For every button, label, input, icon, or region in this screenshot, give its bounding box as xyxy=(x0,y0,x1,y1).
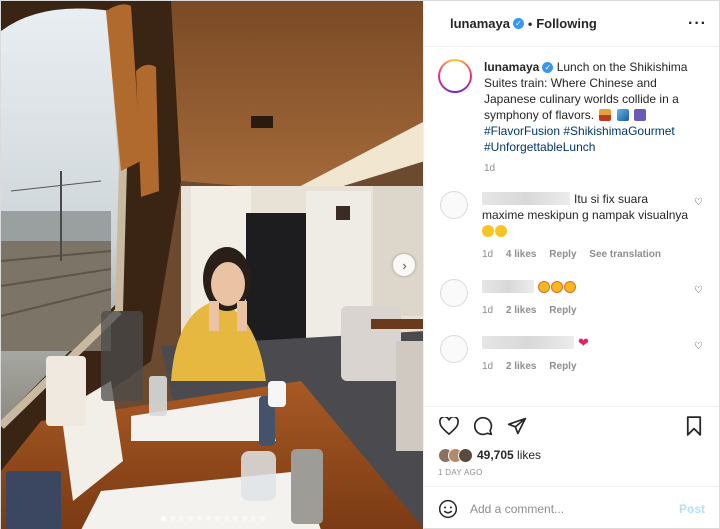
liker-avatar[interactable] xyxy=(458,447,473,463)
post-side-panel: lunamaya ✓ • Following ··· lunamaya ✓ Lun… xyxy=(423,1,719,529)
carousel-dot xyxy=(161,516,166,521)
train-emoji-icon xyxy=(616,109,629,121)
star-struck-emoji-icon xyxy=(564,281,576,293)
hashtag-link[interactable]: #ShikishimaGourmet xyxy=(563,124,674,138)
post-date[interactable]: 1 DAY AGO xyxy=(424,466,719,486)
carousel-dot xyxy=(179,516,184,521)
verified-badge-icon: ✓ xyxy=(542,62,554,74)
carousel-dot xyxy=(242,516,247,521)
comment-input[interactable] xyxy=(470,501,679,516)
author-avatar[interactable] xyxy=(438,59,472,93)
carousel-indicator xyxy=(1,516,423,521)
comment-like-heart-icon[interactable]: ♡ xyxy=(694,341,703,352)
post-comment-button[interactable]: Post xyxy=(679,502,705,516)
comment-age: 1d xyxy=(482,305,494,316)
blurred-username xyxy=(482,192,570,205)
header-username[interactable]: lunamaya xyxy=(450,16,510,31)
comment-body: 1d 2 likes Reply xyxy=(482,279,692,319)
comment-text-line2: maxime meskipun g nampak visualnya xyxy=(482,208,689,222)
carousel-dot xyxy=(260,516,265,521)
see-translation-button[interactable]: See translation xyxy=(589,249,661,260)
comment-icon[interactable] xyxy=(472,415,494,437)
likes-summary: 49,705 likes xyxy=(424,444,719,466)
carousel-dot xyxy=(215,516,220,521)
header-separator: • xyxy=(527,16,533,31)
comment-likes[interactable]: 2 likes xyxy=(506,361,537,372)
comment-likes[interactable]: 4 likes xyxy=(506,249,537,260)
heart-icon[interactable] xyxy=(438,415,460,437)
comments-list: lunamaya ✓ Lunch on the Shikishima Suites… xyxy=(424,47,719,406)
post-header: lunamaya ✓ • Following ··· xyxy=(424,1,719,47)
post-actions xyxy=(424,406,719,444)
carousel-dot xyxy=(224,516,229,521)
laughing-emoji-icon xyxy=(495,225,507,237)
blurred-username xyxy=(482,280,534,293)
bookmark-icon[interactable] xyxy=(683,415,705,437)
caption-body: lunamaya ✓ Lunch on the Shikishima Suites… xyxy=(484,59,705,177)
star-struck-emoji-icon xyxy=(551,281,563,293)
share-icon[interactable] xyxy=(506,415,528,437)
carousel-dot xyxy=(188,516,193,521)
comment-age: 1d xyxy=(482,361,494,372)
instagram-post: › lunamaya ✓ • Following ··· lunamaya ✓ L… xyxy=(0,0,720,529)
blurred-username xyxy=(482,336,574,349)
carousel-next-button[interactable]: › xyxy=(393,254,415,276)
caption: lunamaya ✓ Lunch on the Shikishima Suites… xyxy=(438,59,705,177)
comment-body: Itu si fix suara maxime meskipun g nampa… xyxy=(482,191,692,263)
carousel-dot xyxy=(206,516,211,521)
post-photo[interactable]: › xyxy=(1,1,423,529)
carousel-dot xyxy=(233,516,238,521)
star-struck-emoji-icon xyxy=(538,281,550,293)
music-emoji-icon xyxy=(634,109,647,121)
comment-likes[interactable]: 2 likes xyxy=(506,305,537,316)
food-emoji-icon xyxy=(599,109,612,121)
comment-body: ❤ 1d 2 likes Reply xyxy=(482,335,692,375)
train-dining-photo xyxy=(1,1,423,529)
carousel-dot xyxy=(170,516,175,521)
hashtag-link[interactable]: #FlavorFusion xyxy=(484,124,560,138)
comment-meta: 1d 2 likes Reply xyxy=(482,359,692,375)
emoji-picker-icon[interactable] xyxy=(438,499,458,519)
caption-age: 1d xyxy=(484,163,496,174)
following-button[interactable]: Following xyxy=(536,16,597,31)
hashtag-link[interactable]: #UnforgettableLunch xyxy=(484,140,595,154)
reply-button[interactable]: Reply xyxy=(549,249,576,260)
add-comment-bar: Post xyxy=(424,486,719,529)
caption-meta: 1d xyxy=(484,161,705,177)
comment-text-line1: Itu si fix suara xyxy=(574,192,649,206)
caption-username[interactable]: lunamaya xyxy=(484,60,539,74)
reply-button[interactable]: Reply xyxy=(549,361,576,372)
commenter-avatar[interactable] xyxy=(440,191,468,219)
verified-badge-icon: ✓ xyxy=(512,18,524,29)
commenter-avatar[interactable] xyxy=(440,335,468,363)
carousel-dot xyxy=(251,516,256,521)
comment-item: ❤ 1d 2 likes Reply ♡ xyxy=(438,335,705,375)
likes-count[interactable]: 49,705 likes xyxy=(477,448,541,462)
comment-like-heart-icon[interactable]: ♡ xyxy=(694,197,703,208)
comment-like-heart-icon[interactable]: ♡ xyxy=(694,285,703,296)
comment-meta: 1d 4 likes Reply See translation xyxy=(482,247,692,263)
comment-item: 1d 2 likes Reply ♡ xyxy=(438,279,705,319)
reply-button[interactable]: Reply xyxy=(549,305,576,316)
comment-meta: 1d 2 likes Reply xyxy=(482,303,692,319)
chevron-right-icon: › xyxy=(402,257,407,273)
red-heart-emoji-icon: ❤ xyxy=(578,335,589,350)
commenter-avatar[interactable] xyxy=(440,279,468,307)
laughing-emoji-icon xyxy=(482,225,494,237)
comment-item: Itu si fix suara maxime meskipun g nampa… xyxy=(438,191,705,263)
more-horizontal-icon[interactable]: ··· xyxy=(688,15,707,33)
carousel-dot xyxy=(197,516,202,521)
comment-age: 1d xyxy=(482,249,494,260)
